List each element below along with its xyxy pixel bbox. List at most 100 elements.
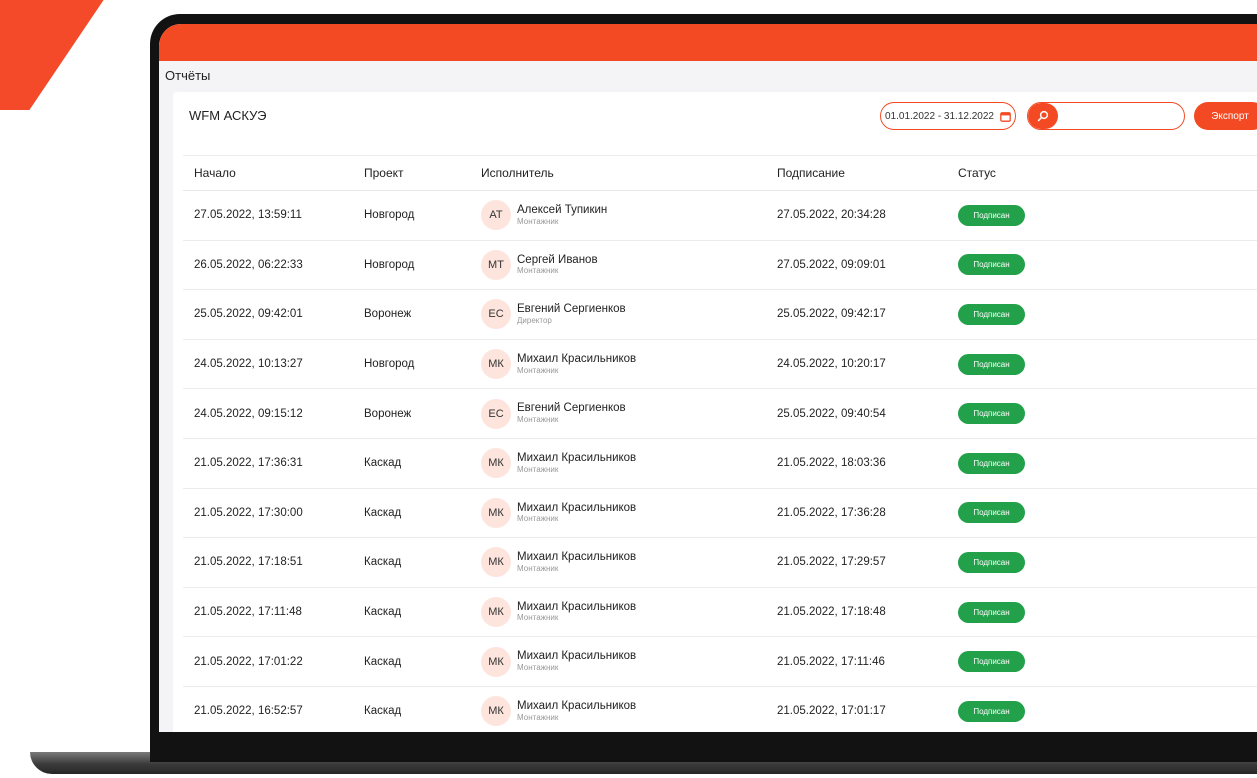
cell-executor: МК Михаил Красильников Монтажник xyxy=(481,497,777,528)
cell-executor: ЕС Евгений Сергиенков Директор xyxy=(481,299,777,330)
person-role: Монтажник xyxy=(517,663,559,673)
status-badge: Подписан xyxy=(958,651,1025,673)
cell-status: Подписан xyxy=(958,254,1257,276)
column-header-start[interactable]: Начало xyxy=(183,166,364,180)
table-row[interactable]: 24.05.2022, 10:13:27 Новгород МК Михаил … xyxy=(183,340,1257,390)
cell-project: Воронеж xyxy=(364,407,412,420)
person-info: Сергей Иванов Монтажник xyxy=(517,254,598,276)
cell-status: Подписан xyxy=(958,452,1257,474)
status-badge: Подписан xyxy=(958,403,1025,425)
cell-project: Каскад xyxy=(364,457,402,470)
calendar-icon xyxy=(1000,111,1011,122)
export-button[interactable]: Экспорт xyxy=(1194,102,1257,130)
cell-project: Новгород xyxy=(364,258,415,271)
cell-status: Подписан xyxy=(958,551,1257,573)
table-row[interactable]: 21.05.2022, 17:18:51 Каскад МК Михаил Кр… xyxy=(183,538,1257,588)
table-row[interactable]: 21.05.2022, 17:11:48 Каскад МК Михаил Кр… xyxy=(183,588,1257,638)
cell-executor: МК Михаил Красильников Монтажник xyxy=(481,547,777,578)
search-input[interactable] xyxy=(1058,103,1184,129)
cell-executor: МТ Сергей Иванов Монтажник xyxy=(481,249,777,280)
table-row[interactable]: 25.05.2022, 09:42:01 Воронеж ЕС Евгений … xyxy=(183,290,1257,340)
avatar: МК xyxy=(481,349,511,380)
person-info: Евгений Сергиенков Монтажник xyxy=(517,402,626,424)
cell-project: Каскад xyxy=(364,506,402,519)
column-header-signed[interactable]: Подписание xyxy=(777,166,958,180)
status-badge: Подписан xyxy=(958,303,1025,325)
search-box xyxy=(1027,102,1185,130)
table-row[interactable]: 21.05.2022, 16:52:57 Каскад МК Михаил Кр… xyxy=(183,687,1257,732)
reports-card: WFM АСКУЭ 01.01.2022 - 31.12.2022 Экспор… xyxy=(173,92,1257,732)
avatar: МК xyxy=(481,497,511,528)
cell-start: 21.05.2022, 16:52:57 xyxy=(194,705,303,718)
cell-executor: АТ Алексей Тупикин Монтажник xyxy=(481,200,777,231)
cell-project: Воронеж xyxy=(364,308,412,321)
cell-start: 21.05.2022, 17:30:00 xyxy=(194,506,303,519)
avatar: МК xyxy=(481,448,511,479)
cell-status: Подписан xyxy=(958,204,1257,226)
person-role: Монтажник xyxy=(517,464,559,474)
cell-status: Подписан xyxy=(958,303,1257,325)
person-role: Монтажник xyxy=(517,415,559,425)
cell-start: 24.05.2022, 09:15:12 xyxy=(194,407,303,420)
column-header-status[interactable]: Статус xyxy=(958,166,1257,180)
person-name: Михаил Красильников xyxy=(517,501,637,514)
corner-accent-shape xyxy=(0,0,131,110)
person-name: Сергей Иванов xyxy=(517,253,598,266)
status-badge: Подписан xyxy=(958,502,1025,524)
avatar: МК xyxy=(481,696,511,727)
person-info: Михаил Красильников Монтажник xyxy=(517,700,636,722)
search-icon[interactable] xyxy=(1028,103,1058,129)
status-badge: Подписан xyxy=(958,452,1025,474)
person-info: Евгений Сергиенков Директор xyxy=(517,303,626,325)
cell-status: Подписан xyxy=(958,700,1257,722)
cell-signed: 25.05.2022, 09:40:54 xyxy=(777,407,886,420)
table-row[interactable]: 21.05.2022, 17:30:00 Каскад МК Михаил Кр… xyxy=(183,489,1257,539)
person-role: Монтажник xyxy=(517,266,559,276)
person-name: Михаил Красильников xyxy=(517,352,637,365)
cell-executor: МК Михаил Красильников Монтажник xyxy=(481,597,777,628)
cell-executor: МК Михаил Красильников Монтажник xyxy=(481,349,777,380)
table-row[interactable]: 24.05.2022, 09:15:12 Воронеж ЕС Евгений … xyxy=(183,389,1257,439)
cell-executor: МК Михаил Красильников Монтажник xyxy=(481,696,777,727)
cell-executor: МК Михаил Красильников Монтажник xyxy=(481,448,777,479)
person-role: Монтажник xyxy=(517,514,559,524)
breadcrumb[interactable]: Отчёты xyxy=(159,61,1257,91)
cell-signed: 27.05.2022, 20:34:28 xyxy=(777,209,886,222)
person-info: Михаил Красильников Монтажник xyxy=(517,551,636,573)
app-top-bar xyxy=(159,24,1257,61)
date-range-value: 01.01.2022 - 31.12.2022 xyxy=(885,110,994,122)
person-name: Евгений Сергиенков xyxy=(517,402,626,415)
cell-status: Подписан xyxy=(958,403,1257,425)
table-header: Начало Проект Исполнитель Подписание Ста… xyxy=(183,155,1257,191)
cell-project: Каскад xyxy=(364,556,402,569)
cell-start: 21.05.2022, 17:01:22 xyxy=(194,655,303,668)
person-name: Михаил Красильников xyxy=(517,650,637,663)
cell-executor: МК Михаил Красильников Монтажник xyxy=(481,646,777,677)
table-row[interactable]: 27.05.2022, 13:59:11 Новгород АТ Алексей… xyxy=(183,191,1257,241)
column-header-project[interactable]: Проект xyxy=(364,166,481,180)
page-title: WFM АСКУЭ xyxy=(189,108,267,123)
cell-signed: 21.05.2022, 17:18:48 xyxy=(777,606,886,619)
cell-status: Подписан xyxy=(958,601,1257,623)
person-name: Михаил Красильников xyxy=(517,600,637,613)
cell-signed: 21.05.2022, 17:11:46 xyxy=(777,655,885,668)
cell-signed: 21.05.2022, 17:36:28 xyxy=(777,506,886,519)
avatar: МТ xyxy=(481,249,511,280)
person-role: Монтажник xyxy=(517,365,559,375)
app-screen: Отчёты WFM АСКУЭ 01.01.2022 - 31.12.2022 xyxy=(159,24,1257,732)
date-range-picker[interactable]: 01.01.2022 - 31.12.2022 xyxy=(880,102,1016,130)
table-row[interactable]: 21.05.2022, 17:01:22 Каскад МК Михаил Кр… xyxy=(183,637,1257,687)
avatar: МК xyxy=(481,646,511,677)
person-name: Михаил Красильников xyxy=(517,452,637,465)
person-role: Монтажник xyxy=(517,563,559,573)
person-name: Михаил Красильников xyxy=(517,551,637,564)
cell-project: Новгород xyxy=(364,209,415,222)
table-row[interactable]: 26.05.2022, 06:22:33 Новгород МТ Сергей … xyxy=(183,241,1257,291)
person-info: Михаил Красильников Монтажник xyxy=(517,601,636,623)
person-info: Михаил Красильников Монтажник xyxy=(517,353,636,375)
cell-status: Подписан xyxy=(958,651,1257,673)
cell-signed: 21.05.2022, 17:01:17 xyxy=(777,705,886,718)
table-body: 27.05.2022, 13:59:11 Новгород АТ Алексей… xyxy=(183,191,1257,732)
column-header-executor[interactable]: Исполнитель xyxy=(481,166,777,180)
table-row[interactable]: 21.05.2022, 17:36:31 Каскад МК Михаил Кр… xyxy=(183,439,1257,489)
